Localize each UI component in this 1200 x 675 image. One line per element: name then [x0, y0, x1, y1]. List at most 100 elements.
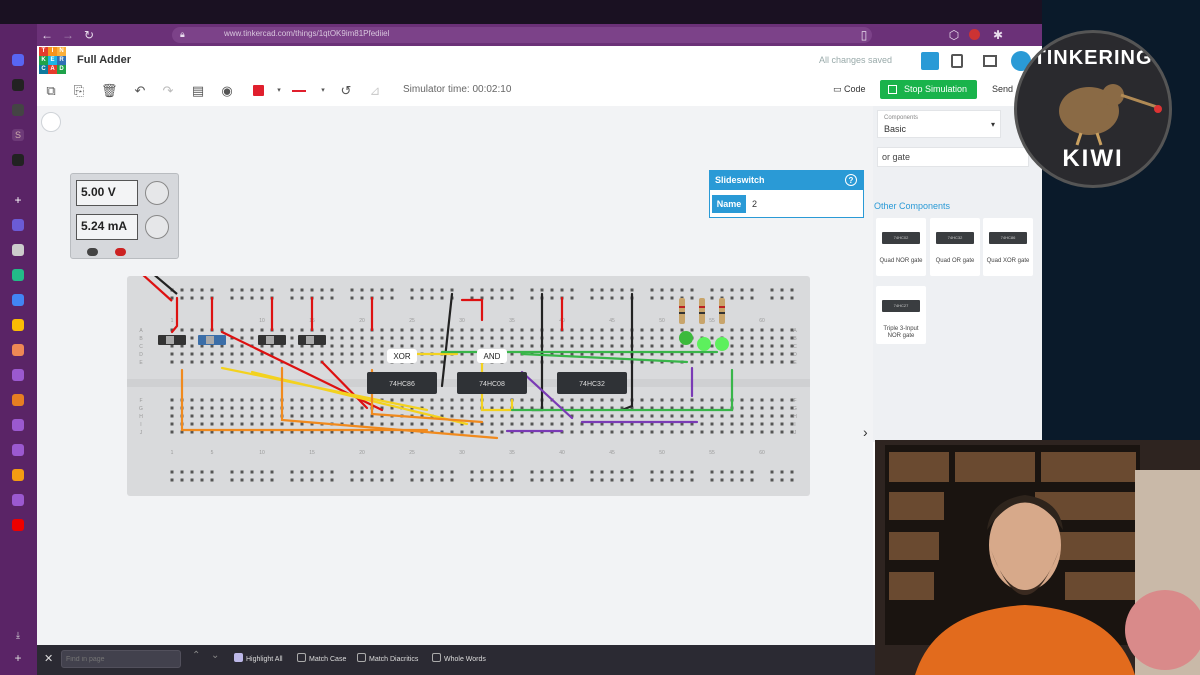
paste-icon[interactable]: ⎘ [71, 83, 87, 99]
terminal-hole [230, 398, 234, 402]
app-icon[interactable] [12, 469, 24, 481]
app-icon[interactable] [12, 494, 24, 506]
zoom-fit-icon[interactable] [41, 112, 61, 132]
forward-icon[interactable]: → [61, 28, 75, 42]
match-diacritics-checkbox[interactable]: Match Diacritics [357, 653, 418, 663]
circuit-view-icon[interactable] [921, 52, 939, 70]
design-title[interactable]: Full Adder [77, 54, 131, 66]
color-picker-icon[interactable] [251, 83, 267, 99]
app-s-icon[interactable]: S [12, 129, 24, 141]
chevron-down-icon[interactable]: ▾ [315, 83, 331, 99]
reader-icon[interactable]: ▯ [857, 28, 871, 42]
breadboard[interactable]: 1 1 5 5 10 10 15 15 20 20 25 25 30 30 35 35 40 40 45 45 50 50… [121, 255, 810, 496]
tinkercad-icon[interactable] [12, 244, 24, 256]
reload-icon[interactable]: ↻ [82, 28, 96, 42]
component-triple-nor[interactable]: 74HC27 Triple 3-Input NOR gate [876, 286, 926, 344]
url-field[interactable]: 🔒︎ www.tinkercad.com/things/1qtOK9im81Pf… [172, 27, 872, 43]
switch-lever[interactable] [166, 336, 174, 344]
wire[interactable] [440, 292, 454, 388]
extension-icon[interactable]: ⬡ [947, 28, 961, 42]
copy-icon[interactable]: ⧉ [43, 83, 59, 99]
close-icon[interactable]: ✕ [44, 652, 53, 665]
chevron-right-icon[interactable]: › [863, 424, 868, 440]
terminal-hole [450, 406, 454, 410]
app-icon[interactable] [12, 319, 24, 331]
schematic-icon[interactable] [951, 54, 963, 68]
terminal-hole [350, 336, 354, 340]
help-icon[interactable]: ? [845, 174, 857, 186]
name-field[interactable] [748, 195, 860, 213]
undo-icon[interactable]: ↶ [132, 83, 148, 99]
switch-lever[interactable] [206, 336, 214, 344]
power-supply[interactable]: 5.00 V 5.24 mA [70, 173, 179, 259]
psu-negative-terminal[interactable] [87, 248, 98, 256]
sheets-icon[interactable] [12, 269, 24, 281]
app-icon[interactable] [12, 444, 24, 456]
code-button[interactable]: ▭ Code [829, 80, 870, 99]
led-green[interactable] [715, 337, 729, 351]
redo-icon[interactable]: ↷ [160, 83, 176, 99]
find-previous-icon[interactable]: ⌃ [192, 650, 200, 661]
led-green[interactable] [697, 337, 711, 351]
terminal-hole [430, 398, 434, 402]
current-knob[interactable] [145, 215, 169, 239]
github-icon[interactable] [12, 79, 24, 91]
current-display: 5.24 mA [76, 214, 138, 240]
workplane[interactable]: 5.00 V 5.24 mA 1 1 5 5 10 10 15 15 20 20 25 25 30 30 3… [37, 106, 873, 645]
match-case-checkbox[interactable]: Match Case [297, 653, 346, 663]
terminal-hole [460, 398, 464, 402]
find-input[interactable] [61, 650, 181, 668]
tinkercad-logo[interactable]: T I N K E R C A D [39, 47, 66, 74]
chrome-icon[interactable] [12, 294, 24, 306]
wire-type-icon[interactable] [292, 83, 308, 99]
psu-positive-lead[interactable] [121, 255, 173, 302]
stop-simulation-button[interactable]: Stop Simulation [880, 80, 977, 99]
terminal-hole [500, 414, 504, 418]
puzzle-icon[interactable]: ✱ [991, 28, 1005, 42]
add-icon[interactable]: + [12, 652, 24, 664]
voltage-knob[interactable] [145, 181, 169, 205]
app-icon[interactable] [12, 419, 24, 431]
app-icon[interactable] [12, 219, 24, 231]
back-icon[interactable]: ← [40, 28, 54, 42]
app-icon[interactable] [12, 344, 24, 356]
chevron-down-icon[interactable]: ▾ [271, 83, 287, 99]
whole-words-checkbox[interactable]: Whole Words [432, 653, 486, 663]
switch-lever[interactable] [306, 336, 314, 344]
download-icon[interactable]: ⤓ [12, 629, 24, 641]
rotate-icon[interactable]: ↺ [338, 83, 354, 99]
resistor[interactable] [719, 298, 725, 324]
component-quad-or[interactable]: 74HC32 Quad OR gate [930, 218, 980, 276]
rail-hole [470, 478, 474, 482]
app-icon[interactable] [12, 154, 24, 166]
youtube-icon[interactable] [12, 519, 24, 531]
profile-icon[interactable] [969, 29, 980, 40]
terminal-hole [390, 422, 394, 426]
component-search-input[interactable] [877, 147, 1029, 167]
add-icon[interactable]: + [12, 194, 24, 206]
highlight-all-checkbox[interactable]: Highlight All [234, 653, 283, 663]
switch-lever[interactable] [266, 336, 274, 344]
discord-icon[interactable] [12, 54, 24, 66]
terminal-hole [330, 336, 334, 340]
wire[interactable] [460, 298, 484, 322]
led-green[interactable] [679, 331, 693, 345]
resistor[interactable] [679, 298, 685, 324]
find-next-icon[interactable]: ⌄ [211, 650, 219, 661]
notes-icon[interactable]: ▤ [190, 83, 206, 99]
component-quad-nor[interactable]: 74HC02 Quad NOR gate [876, 218, 926, 276]
psu-positive-terminal[interactable] [115, 248, 126, 256]
component-quad-xor[interactable]: 74HC86 Quad XOR gate [983, 218, 1033, 276]
terminal-hole [580, 336, 584, 340]
delete-icon[interactable]: 🗑︎ [101, 83, 118, 99]
component-list-icon[interactable] [983, 55, 997, 67]
wire[interactable] [170, 296, 179, 334]
view-icon[interactable]: ◉ [219, 83, 235, 99]
mirror-icon[interactable]: ⊿ [367, 83, 383, 99]
app-icon[interactable] [12, 104, 24, 116]
app-icon[interactable] [12, 369, 24, 381]
app-icon[interactable] [12, 394, 24, 406]
send-button[interactable]: Send [992, 80, 1013, 99]
category-select[interactable]: Components Basic ▾ [877, 110, 1001, 138]
resistor[interactable] [699, 298, 705, 324]
